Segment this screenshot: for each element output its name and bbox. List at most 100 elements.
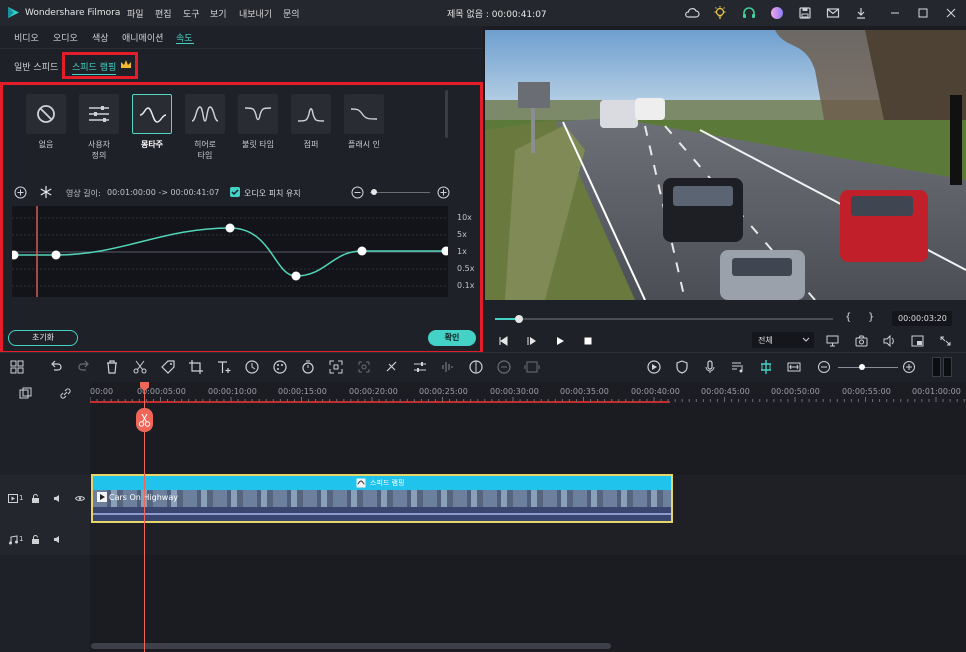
eye-icon[interactable] bbox=[75, 494, 85, 503]
redo-icon[interactable] bbox=[76, 359, 92, 375]
fullscreen-icon[interactable] bbox=[939, 335, 952, 347]
preset-bullet-time[interactable] bbox=[238, 94, 278, 134]
tab-color[interactable]: 색상 bbox=[92, 31, 109, 44]
lock-icon[interactable] bbox=[31, 494, 40, 503]
audio-meter-left bbox=[932, 357, 941, 377]
green-screen-icon[interactable] bbox=[496, 359, 512, 375]
bulb-icon[interactable] bbox=[712, 5, 728, 21]
audio-meter-right bbox=[943, 357, 952, 377]
reset-button[interactable]: 초기화 bbox=[8, 330, 78, 346]
preset-hero-time[interactable] bbox=[185, 94, 225, 134]
display-icon[interactable] bbox=[826, 335, 839, 347]
motion-icon[interactable] bbox=[524, 359, 540, 375]
render-icon[interactable] bbox=[646, 359, 662, 375]
headset-icon[interactable] bbox=[741, 5, 757, 21]
pitch-checkbox[interactable] bbox=[230, 187, 240, 197]
video-clip[interactable]: 스피드 램핑 Cars On Highway bbox=[91, 474, 673, 523]
play-slow-icon[interactable] bbox=[525, 335, 537, 347]
menu-file[interactable]: 파일 bbox=[127, 7, 144, 20]
undo-icon[interactable] bbox=[48, 359, 64, 375]
fit-timeline-icon[interactable] bbox=[786, 359, 802, 375]
minimize-button[interactable] bbox=[886, 4, 904, 22]
microphone-icon[interactable] bbox=[702, 359, 718, 375]
add-track-icon[interactable] bbox=[19, 387, 32, 400]
mail-icon[interactable] bbox=[825, 5, 841, 21]
cut-icon[interactable] bbox=[132, 359, 148, 375]
timer-icon[interactable] bbox=[300, 359, 316, 375]
pip-icon[interactable] bbox=[911, 335, 924, 347]
delete-icon[interactable] bbox=[104, 359, 120, 375]
menu-export[interactable]: 내보내기 bbox=[239, 7, 272, 20]
waveform-line bbox=[93, 513, 671, 515]
link-icon[interactable] bbox=[59, 387, 72, 400]
ruler-ticks bbox=[90, 397, 965, 402]
cloud-icon[interactable] bbox=[684, 5, 700, 21]
timeline-zoom-in-icon[interactable] bbox=[901, 359, 917, 375]
lock-icon[interactable] bbox=[31, 535, 40, 544]
menu-edit[interactable]: 편집 bbox=[155, 7, 172, 20]
video-preview[interactable] bbox=[485, 30, 966, 300]
layout-icon[interactable] bbox=[9, 359, 25, 375]
speaker-icon[interactable] bbox=[53, 535, 63, 544]
preset-custom[interactable] bbox=[79, 94, 119, 134]
timeline-scrollbar[interactable] bbox=[91, 643, 611, 649]
timeline-zoom-slider[interactable] bbox=[838, 367, 898, 368]
tag-icon[interactable] bbox=[160, 359, 176, 375]
snap-icon[interactable] bbox=[758, 359, 774, 375]
timeline-zoom-out-icon[interactable] bbox=[816, 359, 832, 375]
crop-icon[interactable] bbox=[188, 359, 204, 375]
timeline-zoom-knob[interactable] bbox=[859, 364, 865, 370]
mark-out-button[interactable]: } bbox=[868, 312, 874, 323]
tab-audio[interactable]: 오디오 bbox=[53, 31, 78, 44]
download-icon[interactable] bbox=[853, 5, 869, 21]
color-palette-icon[interactable] bbox=[272, 359, 288, 375]
preset-montage[interactable] bbox=[132, 94, 172, 134]
fit-icon[interactable] bbox=[328, 359, 344, 375]
graph-zoom-slider[interactable] bbox=[370, 192, 430, 193]
hero-time-curve-icon bbox=[191, 106, 219, 122]
maximize-button[interactable] bbox=[914, 4, 932, 22]
stabilize-icon[interactable] bbox=[356, 359, 372, 375]
menu-tools[interactable]: 도구 bbox=[183, 7, 200, 20]
text-icon[interactable] bbox=[216, 359, 232, 375]
freeze-frame-icon[interactable] bbox=[39, 185, 53, 199]
check-icon bbox=[231, 189, 239, 196]
play-icon[interactable] bbox=[554, 335, 566, 347]
avatar-icon[interactable] bbox=[769, 5, 785, 21]
stop-icon[interactable] bbox=[582, 335, 594, 347]
menu-view[interactable]: 보기 bbox=[210, 7, 227, 20]
shield-icon[interactable] bbox=[674, 359, 690, 375]
speed-curve-graph[interactable] bbox=[9, 206, 451, 297]
mask-icon[interactable] bbox=[384, 359, 400, 375]
ok-button[interactable]: 확인 bbox=[428, 330, 476, 346]
close-button[interactable] bbox=[942, 4, 960, 22]
ruler-label: 00:00:50:00 bbox=[771, 387, 820, 396]
preset-none[interactable] bbox=[26, 94, 66, 134]
player-progress-track[interactable] bbox=[495, 318, 833, 320]
split-icon[interactable] bbox=[468, 359, 484, 375]
adjust-icon[interactable] bbox=[412, 359, 428, 375]
preset-jumper[interactable] bbox=[291, 94, 331, 134]
save-icon[interactable] bbox=[797, 5, 813, 21]
preset-scrollbar[interactable] bbox=[445, 90, 448, 138]
audio-wave-icon[interactable] bbox=[440, 359, 456, 375]
subtab-normal-speed[interactable]: 일반 스피드 bbox=[14, 60, 58, 73]
menu-help[interactable]: 문의 bbox=[283, 7, 300, 20]
mark-in-button[interactable]: { bbox=[845, 312, 851, 323]
zoom-in-icon[interactable] bbox=[437, 186, 450, 199]
voiceover-icon[interactable] bbox=[730, 359, 746, 375]
tab-video[interactable]: 비디오 bbox=[14, 31, 39, 44]
volume-icon[interactable] bbox=[883, 335, 896, 347]
tab-animation[interactable]: 애니메이션 bbox=[122, 31, 163, 44]
speed-clock-icon[interactable] bbox=[244, 359, 260, 375]
add-point-icon[interactable] bbox=[14, 186, 27, 199]
snapshot-icon[interactable] bbox=[855, 335, 868, 347]
ruler-label: 00:00:40:00 bbox=[631, 387, 680, 396]
speaker-icon[interactable] bbox=[53, 494, 63, 503]
prev-frame-icon[interactable] bbox=[497, 335, 509, 347]
zoom-out-icon[interactable] bbox=[351, 186, 364, 199]
split-marker[interactable] bbox=[136, 408, 153, 432]
preset-flash-in[interactable] bbox=[344, 94, 384, 134]
player-progress-knob[interactable] bbox=[514, 315, 523, 323]
graph-zoom-slider-knob[interactable] bbox=[371, 189, 377, 195]
